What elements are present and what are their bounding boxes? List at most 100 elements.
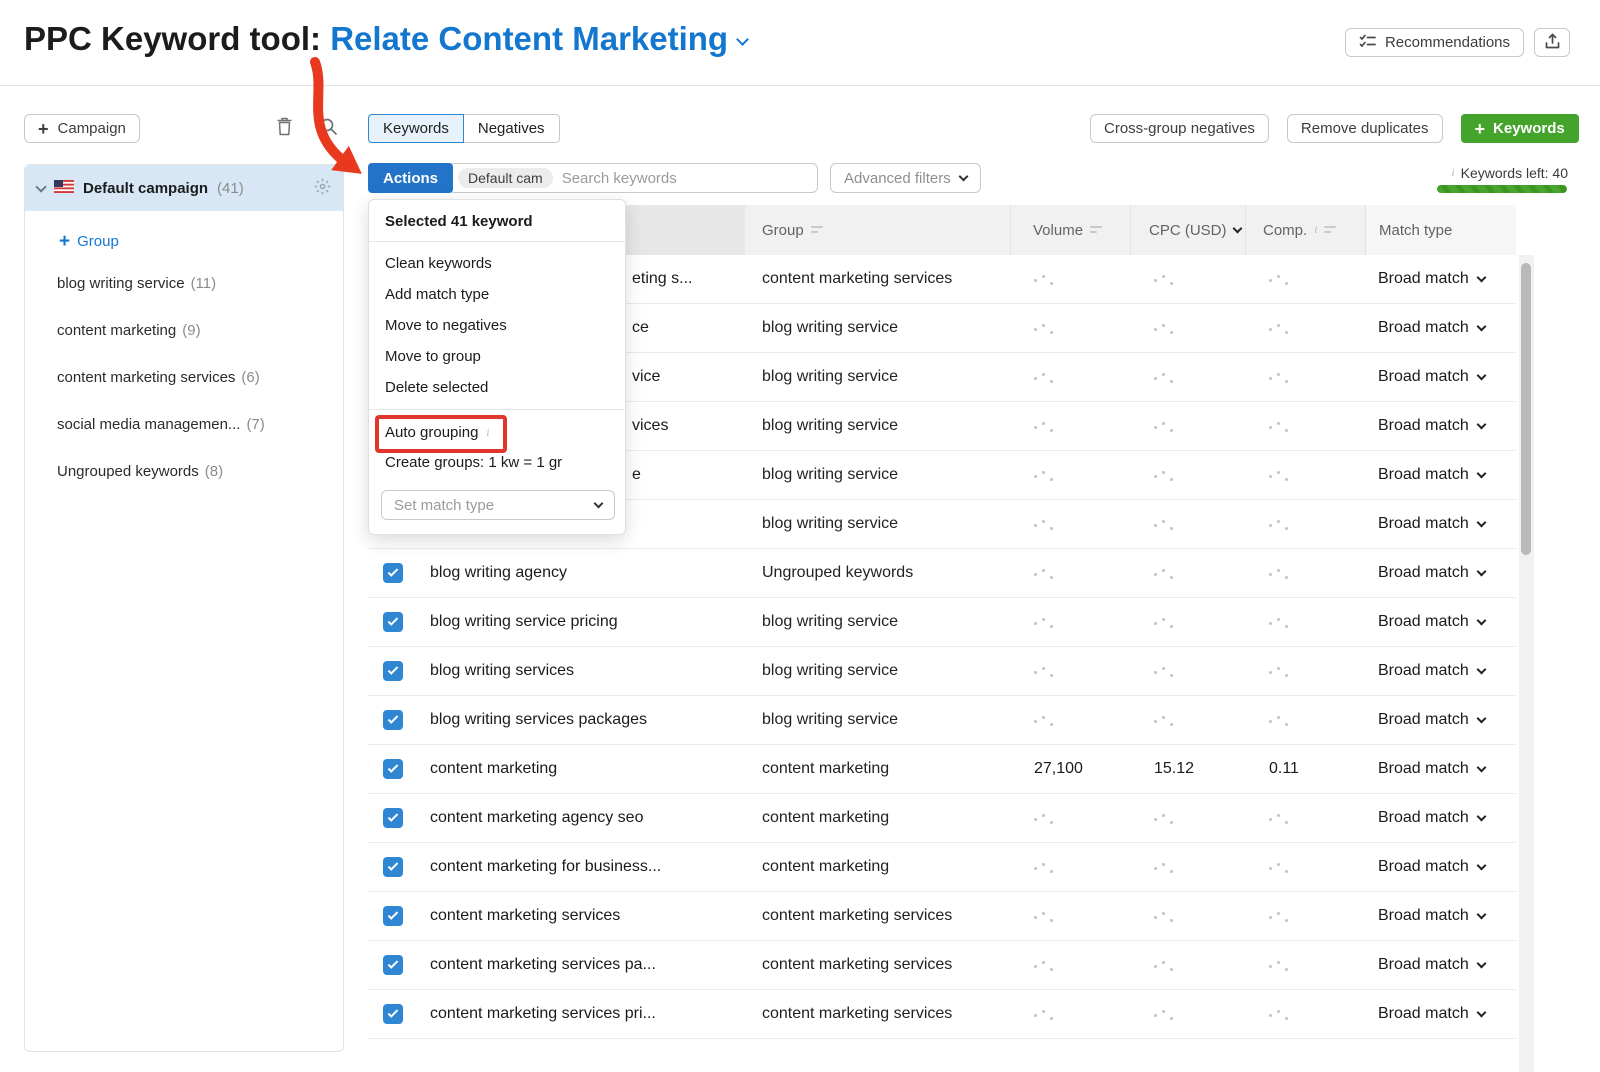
volume-cell — [1010, 1005, 1130, 1023]
group-count: (9) — [182, 322, 200, 339]
match-type-dropdown[interactable]: Broad match — [1365, 858, 1516, 876]
column-header-volume[interactable]: Volume — [1010, 205, 1130, 255]
group-list: blog writing service (11) content market… — [25, 260, 343, 495]
match-type-dropdown[interactable]: Broad match — [1365, 417, 1516, 435]
menu-item[interactable]: Move to negatives — [369, 310, 625, 341]
group-name: Ungrouped keywords — [57, 463, 199, 480]
column-header-cpc[interactable]: CPC (USD) — [1130, 205, 1245, 255]
group-cell: content marketing services — [745, 956, 1010, 974]
cpc-cell — [1130, 613, 1245, 631]
match-type-dropdown[interactable]: Broad match — [1365, 613, 1516, 631]
no-data-dots — [1154, 966, 1173, 969]
keyword-cell: blog writing agency — [430, 564, 745, 582]
no-data-dots — [1269, 672, 1288, 675]
row-checkbox-checked[interactable] — [383, 906, 403, 926]
group-list-item[interactable]: content marketing services (6) — [25, 354, 343, 401]
menu-item[interactable]: Move to group — [369, 341, 625, 372]
group-cell: blog writing service — [745, 368, 1010, 386]
add-group-button[interactable]: + Group — [59, 233, 343, 250]
volume-cell — [1010, 809, 1130, 827]
scrollbar-thumb[interactable] — [1521, 263, 1531, 555]
menu-item[interactable]: Clean keywords — [369, 248, 625, 279]
match-type-dropdown[interactable]: Broad match — [1365, 319, 1516, 337]
group-list-item[interactable]: blog writing service (11) — [25, 260, 343, 307]
match-type-dropdown[interactable]: Broad match — [1365, 564, 1516, 582]
match-type-dropdown[interactable]: Broad match — [1365, 662, 1516, 680]
checkbox-cell — [368, 906, 430, 926]
export-button[interactable] — [1534, 28, 1570, 57]
group-list-item[interactable]: social media managemen... (7) — [25, 401, 343, 448]
tab-negatives[interactable]: Negatives — [464, 114, 560, 143]
group-cell: blog writing service — [745, 319, 1010, 337]
no-data-dots — [1269, 476, 1288, 479]
row-checkbox-checked[interactable] — [383, 857, 403, 877]
match-type-dropdown[interactable]: Broad match — [1365, 515, 1516, 533]
keyword-cell: content marketing services — [430, 907, 745, 925]
match-type-dropdown[interactable]: Broad match — [1365, 760, 1516, 778]
row-checkbox-checked[interactable] — [383, 759, 403, 779]
comp-cell: 0.11 — [1245, 760, 1365, 778]
add-campaign-button[interactable]: + Campaign — [24, 114, 140, 143]
trash-icon[interactable] — [276, 117, 293, 142]
match-type-dropdown[interactable]: Broad match — [1365, 466, 1516, 484]
chevron-down-icon — [1476, 763, 1486, 773]
campaign-node[interactable]: Default campaign (41) — [25, 165, 343, 211]
menu-item[interactable]: Add match type — [369, 279, 625, 310]
group-cell: content marketing services — [745, 270, 1010, 288]
project-selector[interactable]: Relate Content Marketing — [330, 20, 747, 57]
ppc-keyword-tool-app: PPC Keyword tool: Relate Content Marketi… — [0, 0, 1600, 1072]
chevron-down-icon — [1476, 420, 1486, 430]
no-data-dots — [1269, 280, 1288, 283]
keyword-cell: content marketing agency seo — [430, 809, 745, 827]
group-list-item[interactable]: Ungrouped keywords (8) — [25, 448, 343, 495]
actions-button[interactable]: Actions — [368, 163, 453, 193]
menu-item-auto-grouping[interactable]: Auto grouping i — [369, 414, 625, 451]
keyword-cell: content marketing for business... — [430, 858, 745, 876]
column-header-match-type[interactable]: Match type — [1365, 205, 1516, 255]
match-type-dropdown[interactable]: Broad match — [1365, 711, 1516, 729]
chevron-down-icon — [1476, 714, 1486, 724]
menu-item-create-groups[interactable]: Create groups: 1 kw = 1 gr — [369, 451, 625, 480]
match-type-dropdown[interactable]: Broad match — [1365, 956, 1516, 974]
chevron-down-icon — [1476, 518, 1486, 528]
remove-duplicates-button[interactable]: Remove duplicates — [1287, 114, 1443, 143]
chevron-down-icon — [1476, 812, 1486, 822]
row-checkbox-checked[interactable] — [383, 563, 403, 583]
row-checkbox-checked[interactable] — [383, 661, 403, 681]
recommendations-button[interactable]: Recommendations — [1345, 28, 1524, 57]
search-icon[interactable] — [319, 117, 338, 142]
row-checkbox-checked[interactable] — [383, 612, 403, 632]
column-header-comp[interactable]: Comp. i — [1245, 205, 1365, 255]
vertical-scrollbar[interactable] — [1519, 255, 1534, 1072]
search-input[interactable]: Default cam Search keywords — [448, 163, 818, 193]
add-keywords-button[interactable]: + Keywords — [1461, 114, 1579, 143]
export-icon — [1544, 32, 1561, 54]
volume-cell — [1010, 956, 1130, 974]
group-list-item[interactable]: content marketing (9) — [25, 307, 343, 354]
advanced-filters-button[interactable]: Advanced filters — [830, 163, 981, 193]
row-checkbox-checked[interactable] — [383, 710, 403, 730]
gear-icon[interactable] — [314, 178, 331, 199]
checkbox-cell — [368, 612, 430, 632]
set-match-type-select[interactable]: Set match type — [381, 490, 615, 520]
menu-item[interactable]: Delete selected — [369, 372, 625, 403]
campaign-toolbar: + Campaign — [24, 114, 344, 144]
row-checkbox-checked[interactable] — [383, 955, 403, 975]
match-type-dropdown[interactable]: Broad match — [1365, 1005, 1516, 1023]
row-checkbox-checked[interactable] — [383, 808, 403, 828]
group-cell: content marketing services — [745, 907, 1010, 925]
match-type-dropdown[interactable]: Broad match — [1365, 907, 1516, 925]
info-icon: i — [1314, 224, 1317, 236]
cpc-cell — [1130, 858, 1245, 876]
column-header-group[interactable]: Group — [745, 205, 1010, 255]
tab-keywords[interactable]: Keywords — [368, 114, 464, 143]
group-cell: content marketing — [745, 809, 1010, 827]
match-type-dropdown[interactable]: Broad match — [1365, 809, 1516, 827]
match-type-dropdown[interactable]: Broad match — [1365, 270, 1516, 288]
no-data-dots — [1034, 525, 1053, 528]
row-checkbox-checked[interactable] — [383, 1004, 403, 1024]
match-type-dropdown[interactable]: Broad match — [1365, 368, 1516, 386]
cross-group-negatives-button[interactable]: Cross-group negatives — [1090, 114, 1269, 143]
campaign-filter-chip[interactable]: Default cam — [458, 168, 553, 188]
chevron-down-icon — [1476, 910, 1486, 920]
